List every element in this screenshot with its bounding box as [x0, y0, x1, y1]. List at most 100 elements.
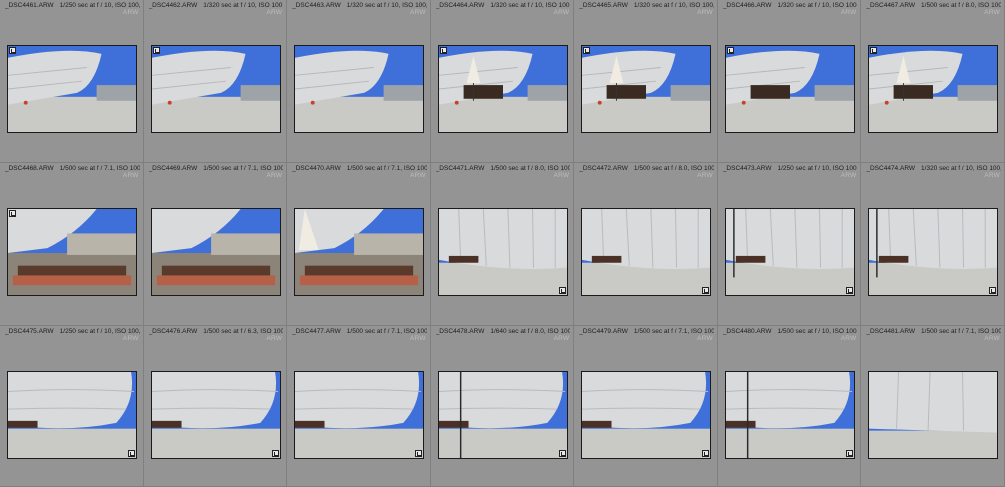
filename-label: _DSC4463.ARW	[292, 2, 341, 9]
filename-label: _DSC4475.ARW	[5, 328, 54, 335]
photo-thumbnail[interactable]	[868, 371, 999, 459]
file-extension-label: ARW	[553, 172, 570, 179]
grid-cell[interactable]: _DSC4471.ARW 1/500 sec at f / 8.0, ISO 1…	[430, 163, 575, 326]
filename-label: _DSC4477.ARW	[292, 328, 341, 335]
grid-cell[interactable]: _DSC4463.ARW 1/320 sec at f / 10, ISO 10…	[287, 0, 431, 163]
photo-thumbnail[interactable]	[294, 371, 425, 459]
cell-header: _DSC4470.ARW 1/500 sec at f / 7.1, ISO 1…	[292, 164, 427, 173]
file-extension-label: ARW	[410, 9, 426, 16]
filename-label: _DSC4466.ARW	[722, 2, 772, 9]
filename-label: _DSC4470.ARW	[292, 165, 341, 172]
photo-thumbnail[interactable]	[294, 45, 425, 133]
filename-label: _DSC4464.ARW	[435, 2, 485, 9]
photo-thumbnail[interactable]	[437, 208, 568, 296]
photo-thumbnail[interactable]	[7, 45, 137, 133]
file-extension-label: ARW	[553, 9, 570, 16]
grid-cell[interactable]: _DSC4478.ARW 1/640 sec at f / 8.0, ISO 1…	[430, 326, 575, 487]
stack-badge-icon[interactable]	[583, 47, 591, 54]
photo-thumbnail[interactable]	[581, 371, 712, 459]
file-extension-label: ARW	[697, 9, 713, 16]
file-extension-label: ARW	[840, 335, 857, 342]
cell-header: _DSC4471.ARW 1/500 sec at f / 8.0, ISO 1…	[436, 164, 571, 173]
edit-badge-icon[interactable]	[989, 287, 997, 294]
cell-header: _DSC4479.ARW 1/500 sec at f / 7.1, ISO 1…	[579, 327, 714, 336]
photo-thumbnail[interactable]	[294, 208, 425, 296]
cell-header: _DSC4464.ARW 1/320 sec at f / 10, ISO 10…	[436, 1, 571, 10]
edit-badge-icon[interactable]	[415, 450, 423, 457]
grid-cell[interactable]: _DSC4476.ARW 1/500 sec at f / 6.3, ISO 1…	[143, 326, 288, 487]
photo-thumbnail[interactable]	[724, 208, 855, 296]
photo-thumbnail[interactable]	[7, 208, 137, 296]
grid-cell[interactable]: _DSC4466.ARW 1/320 sec at f / 10, ISO 10…	[717, 0, 862, 163]
file-extension-label: ARW	[266, 335, 283, 342]
cell-header: _DSC4481.ARW 1/500 sec at f / 7.1, ISO 1…	[866, 327, 1001, 336]
grid-cell[interactable]: _DSC4479.ARW 1/500 sec at f / 7.1, ISO 1…	[574, 326, 718, 487]
file-extension-label: ARW	[122, 172, 139, 179]
cell-header: _DSC4474.ARW 1/320 sec at f / 10, ISO 10…	[866, 164, 1001, 173]
grid-cell[interactable]: _DSC4467.ARW 1/500 sec at f / 8.0, ISO 1…	[861, 0, 1005, 163]
file-extension-label: ARW	[984, 335, 1000, 342]
photo-thumbnail[interactable]	[437, 45, 568, 133]
cell-header: _DSC4465.ARW 1/320 sec at f / 10, ISO 10…	[579, 1, 714, 10]
cell-header: _DSC4467.ARW 1/500 sec at f / 8.0, ISO 1…	[866, 1, 1001, 10]
file-extension-label: ARW	[122, 335, 139, 342]
photo-thumbnail[interactable]	[437, 371, 568, 459]
stack-badge-icon[interactable]	[439, 47, 447, 54]
edit-badge-icon[interactable]	[845, 287, 853, 294]
edit-badge-icon[interactable]	[702, 450, 710, 457]
grid-cell[interactable]: _DSC4475.ARW 1/250 sec at f / 10, ISO 10…	[0, 326, 144, 487]
photo-thumbnail[interactable]	[868, 45, 999, 133]
filename-label: _DSC4468.ARW	[5, 165, 54, 172]
stack-badge-icon[interactable]	[9, 210, 16, 217]
file-extension-label: ARW	[410, 172, 426, 179]
filename-label: _DSC4472.ARW	[579, 165, 628, 172]
cell-header: _DSC4472.ARW 1/500 sec at f / 8.0, ISO 1…	[579, 164, 714, 173]
stack-badge-icon[interactable]	[870, 47, 878, 54]
grid-cell[interactable]: _DSC4473.ARW 1/250 sec at f / 10, ISO 10…	[717, 163, 862, 326]
grid-cell[interactable]: _DSC4477.ARW 1/500 sec at f / 7.1, ISO 1…	[287, 326, 431, 487]
grid-cell[interactable]: _DSC4469.ARW 1/500 sec at f / 7.1, ISO 1…	[143, 163, 288, 326]
photo-thumbnail[interactable]	[581, 45, 712, 133]
stack-badge-icon[interactable]	[9, 47, 16, 54]
cell-header: _DSC4477.ARW 1/500 sec at f / 7.1, ISO 1…	[292, 327, 427, 336]
grid-cell[interactable]: _DSC4468.ARW 1/500 sec at f / 7.1, ISO 1…	[0, 163, 144, 326]
grid-cell[interactable]: _DSC4472.ARW 1/500 sec at f / 8.0, ISO 1…	[574, 163, 718, 326]
cell-header: _DSC4468.ARW 1/500 sec at f / 7.1, ISO 1…	[5, 164, 140, 173]
grid-cell[interactable]: _DSC4474.ARW 1/320 sec at f / 10, ISO 10…	[861, 163, 1005, 326]
photo-thumbnail[interactable]	[150, 371, 281, 459]
grid-cell[interactable]: _DSC4465.ARW 1/320 sec at f / 10, ISO 10…	[574, 0, 718, 163]
file-extension-label: ARW	[984, 172, 1000, 179]
grid-cell[interactable]: _DSC4464.ARW 1/320 sec at f / 10, ISO 10…	[430, 0, 575, 163]
edit-badge-icon[interactable]	[845, 450, 853, 457]
filename-label: _DSC4479.ARW	[579, 328, 628, 335]
cell-header: _DSC4476.ARW 1/500 sec at f / 6.3, ISO 1…	[149, 327, 284, 336]
grid-cell[interactable]: _DSC4480.ARW 1/500 sec at f / 10, ISO 10…	[717, 326, 862, 487]
grid-cell[interactable]: _DSC4462.ARW 1/320 sec at f / 10, ISO 10…	[143, 0, 288, 163]
photo-thumbnail[interactable]	[7, 371, 137, 459]
file-extension-label: ARW	[266, 172, 283, 179]
stack-badge-icon[interactable]	[726, 47, 734, 54]
photo-thumbnail[interactable]	[724, 45, 855, 133]
photo-thumbnail[interactable]	[150, 45, 281, 133]
cell-header: _DSC4461.ARW 1/250 sec at f / 10, ISO 10…	[5, 1, 140, 10]
edit-badge-icon[interactable]	[271, 450, 279, 457]
file-extension-label: ARW	[266, 9, 283, 16]
edit-badge-icon[interactable]	[558, 450, 566, 457]
edit-badge-icon[interactable]	[702, 287, 710, 294]
filename-label: _DSC4461.ARW	[5, 2, 54, 9]
photo-thumbnail[interactable]	[868, 208, 999, 296]
edit-badge-icon[interactable]	[558, 287, 566, 294]
photo-thumbnail[interactable]	[150, 208, 281, 296]
file-extension-label: ARW	[840, 172, 857, 179]
grid-cell[interactable]: _DSC4470.ARW 1/500 sec at f / 7.1, ISO 1…	[287, 163, 431, 326]
cell-header: _DSC4475.ARW 1/250 sec at f / 10, ISO 10…	[5, 327, 140, 336]
photo-thumbnail[interactable]	[581, 208, 712, 296]
grid-cell[interactable]: _DSC4461.ARW 1/250 sec at f / 10, ISO 10…	[0, 0, 144, 163]
stack-badge-icon[interactable]	[152, 47, 160, 54]
file-extension-label: ARW	[553, 335, 570, 342]
edit-badge-icon[interactable]	[128, 450, 135, 457]
photo-thumbnail[interactable]	[724, 371, 855, 459]
grid-cell[interactable]: _DSC4481.ARW 1/500 sec at f / 7.1, ISO 1…	[861, 326, 1005, 487]
cell-header: _DSC4473.ARW 1/250 sec at f / 10, ISO 10…	[723, 164, 858, 173]
filename-label: _DSC4476.ARW	[148, 328, 198, 335]
